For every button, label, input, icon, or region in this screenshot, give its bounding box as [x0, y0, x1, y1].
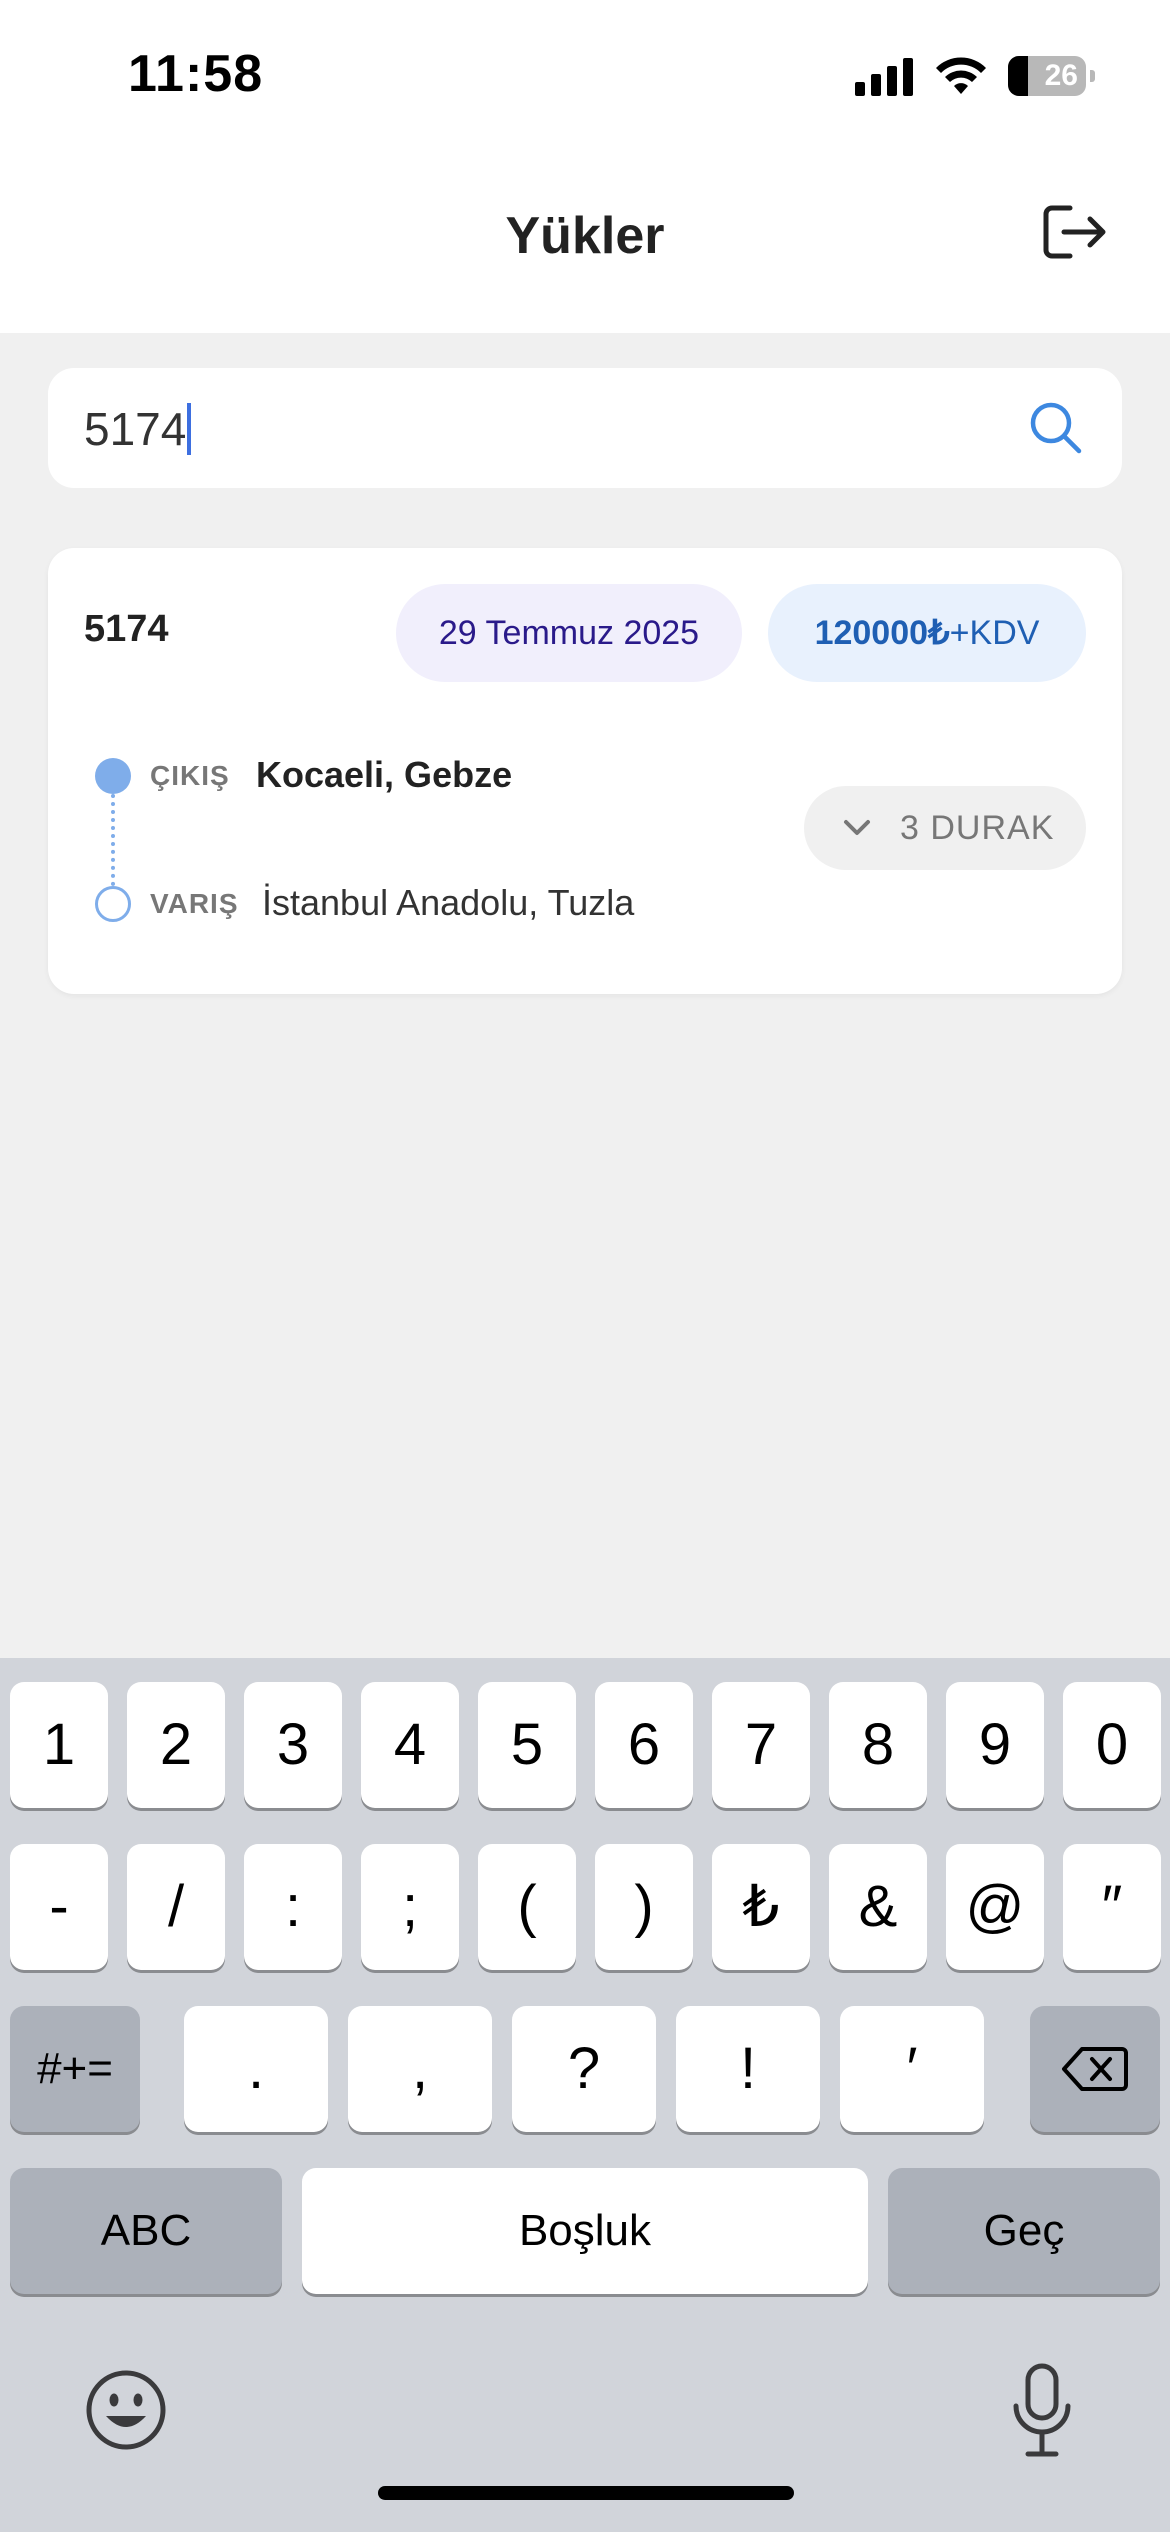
- key-punct-2[interactable]: ?: [512, 2006, 656, 2132]
- stops-label: 3 DURAK: [900, 809, 1055, 847]
- space-key[interactable]: Boşluk: [302, 2168, 868, 2294]
- key-9[interactable]: 9: [946, 1682, 1044, 1808]
- price-badge: 120000₺+KDV: [768, 584, 1086, 682]
- origin-label: ÇIKIŞ: [150, 760, 230, 791]
- battery-level: 26: [1044, 59, 1078, 92]
- search-value[interactable]: 5174: [84, 403, 186, 455]
- key-punct-4[interactable]: ′: [840, 2006, 984, 2132]
- route-line: [111, 794, 115, 886]
- key-symbol-0[interactable]: -: [10, 1844, 108, 1970]
- origin-value: Kocaeli, Gebze: [256, 754, 513, 795]
- cellular-signal-icon: [855, 58, 915, 96]
- key-symbol-1[interactable]: /: [127, 1844, 225, 1970]
- delete-key[interactable]: [1030, 2006, 1160, 2132]
- key-6[interactable]: 6: [595, 1682, 693, 1808]
- stops-toggle-button[interactable]: 3 DURAK: [804, 786, 1086, 870]
- status-time: 11:58: [128, 45, 264, 103]
- logout-icon[interactable]: [1040, 202, 1108, 262]
- origin-dot-icon: [95, 758, 131, 794]
- key-punct-1[interactable]: ,: [348, 2006, 492, 2132]
- key-symbol-8[interactable]: @: [946, 1844, 1044, 1970]
- key-8[interactable]: 8: [829, 1682, 927, 1808]
- battery-icon: 26: [1008, 56, 1095, 96]
- microphone-icon[interactable]: [1010, 2362, 1074, 2460]
- key-symbol-5[interactable]: ): [595, 1844, 693, 1970]
- home-indicator: [378, 2486, 794, 2500]
- key-2[interactable]: 2: [127, 1682, 225, 1808]
- symbols-toggle-key[interactable]: #+=: [10, 2006, 140, 2132]
- load-id: 5174: [84, 608, 169, 650]
- backspace-icon: [1062, 2046, 1128, 2091]
- key-symbol-9[interactable]: ″: [1063, 1844, 1161, 1970]
- page-title: Yükler: [505, 207, 665, 265]
- status-bar: 11:58 26: [0, 0, 1170, 150]
- load-card[interactable]: 5174 29 Temmuz 2025 120000₺+KDV ÇIKIŞ Ko…: [48, 548, 1122, 994]
- price-amount: 120000₺: [814, 614, 950, 652]
- key-symbol-6[interactable]: ₺: [712, 1844, 810, 1970]
- key-punct-3[interactable]: !: [676, 2006, 820, 2132]
- key-1[interactable]: 1: [10, 1682, 108, 1808]
- key-symbol-3[interactable]: ;: [361, 1844, 459, 1970]
- destination-label: VARIŞ: [150, 888, 239, 919]
- key-7[interactable]: 7: [712, 1682, 810, 1808]
- abc-key[interactable]: ABC: [10, 2168, 282, 2294]
- wifi-icon: [936, 57, 986, 94]
- price-suffix: +KDV: [949, 614, 1040, 652]
- key-symbol-4[interactable]: (: [478, 1844, 576, 1970]
- key-symbol-7[interactable]: &: [829, 1844, 927, 1970]
- search-icon[interactable]: [1028, 400, 1084, 456]
- date-badge: 29 Temmuz 2025: [396, 584, 742, 682]
- key-3[interactable]: 3: [244, 1682, 342, 1808]
- search-input[interactable]: 5174: [48, 368, 1122, 488]
- emoji-icon[interactable]: [84, 2368, 168, 2452]
- destination-value: İstanbul Anadolu, Tuzla: [262, 882, 635, 923]
- key-symbol-2[interactable]: :: [244, 1844, 342, 1970]
- app-header: Yükler: [0, 150, 1170, 333]
- key-5[interactable]: 5: [478, 1682, 576, 1808]
- destination-dot-icon: [95, 886, 131, 922]
- key-4[interactable]: 4: [361, 1682, 459, 1808]
- key-punct-0[interactable]: .: [184, 2006, 328, 2132]
- return-key[interactable]: Geç: [888, 2168, 1160, 2294]
- chevron-down-icon: [844, 820, 870, 835]
- text-cursor: [187, 402, 192, 455]
- key-0[interactable]: 0: [1063, 1682, 1161, 1808]
